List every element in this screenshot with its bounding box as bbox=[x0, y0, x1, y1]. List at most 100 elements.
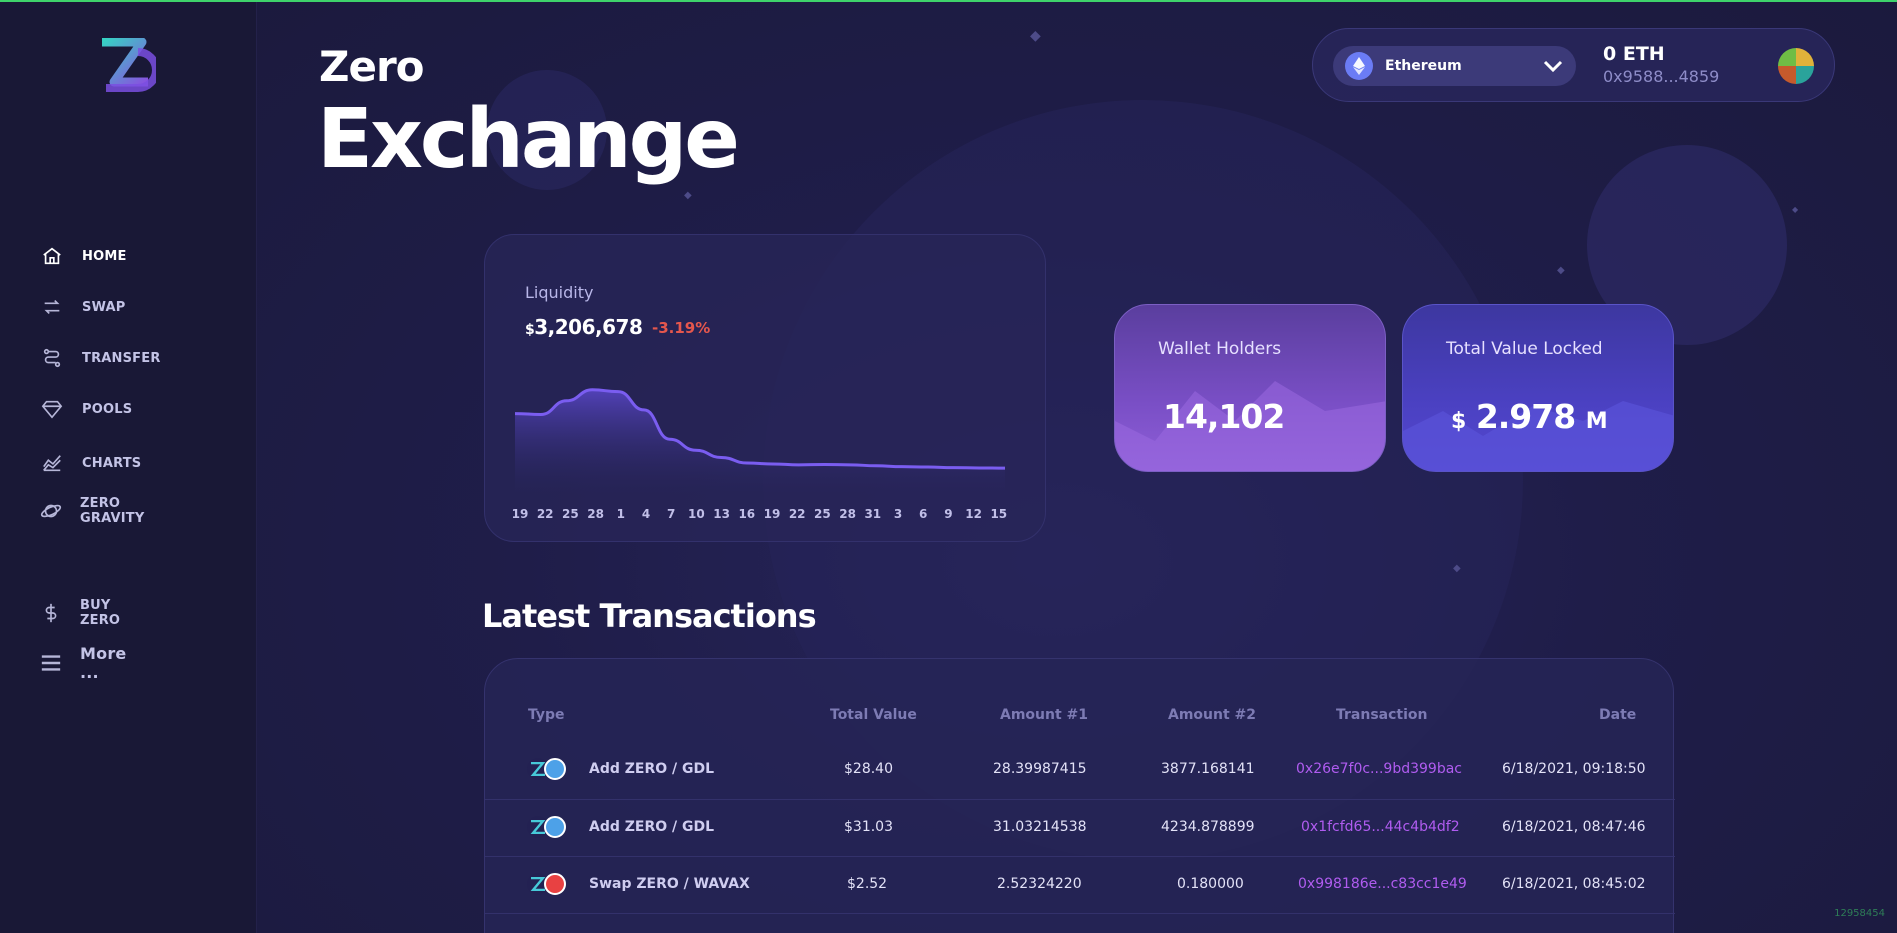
main-content: ◆ ◆ ◆ ◆ ◆ Zero Exchange Ethereum 0 ETH 0… bbox=[257, 0, 1897, 933]
sidebar-item-label: POOLS bbox=[82, 401, 133, 417]
sidebar-item-label: ZERO GRAVITY bbox=[80, 496, 145, 526]
table-row[interactable]: Add ZERO / GDL $31.03 31.03214538 4234.8… bbox=[485, 799, 1675, 856]
x-tick-label: 19 bbox=[763, 507, 781, 521]
wallet-bar: Ethereum 0 ETH 0x9588...4859 bbox=[1312, 28, 1835, 102]
x-tick-label: 28 bbox=[839, 507, 856, 521]
chevron-down-icon bbox=[1543, 60, 1563, 73]
total-value-locked-card: Total Value Locked $ 2.978 M bbox=[1402, 304, 1674, 472]
sidebar-item-buy-zero[interactable]: BUY ZERO bbox=[40, 598, 122, 628]
x-tick-label: 1 bbox=[616, 507, 625, 521]
x-tick-label: 25 bbox=[562, 507, 579, 521]
tx-total-value: $28.40 bbox=[844, 761, 893, 777]
transactions-table: Type Total Value Amount #1 Amount #2 Tra… bbox=[484, 658, 1675, 933]
sidebar-item-label: SWAP bbox=[82, 299, 126, 315]
ethereum-icon bbox=[1345, 52, 1373, 80]
wallet-holders-card: Wallet Holders 14,102 bbox=[1114, 304, 1386, 472]
sidebar-item-pools[interactable]: POOLS bbox=[40, 397, 132, 421]
tvl-amount: 2.978 bbox=[1475, 397, 1576, 436]
top-accent-line bbox=[0, 0, 1897, 2]
x-tick-label: 4 bbox=[641, 507, 651, 521]
column-header-transaction[interactable]: Transaction bbox=[1336, 707, 1428, 723]
diamond-icon bbox=[40, 397, 64, 421]
tx-amount-1: 2.52324220 bbox=[997, 876, 1082, 892]
table-row[interactable]: Add ZERO / GDL $28.40 28.39987415 3877.1… bbox=[485, 742, 1675, 799]
tx-amount-2: 3877.168141 bbox=[1161, 761, 1255, 777]
tx-type: Swap ZERO / WAVAX bbox=[589, 876, 750, 892]
planet-icon bbox=[40, 499, 62, 523]
column-header-amount-2[interactable]: Amount #2 bbox=[1168, 707, 1256, 723]
sidebar-item-label: HOME bbox=[82, 248, 127, 264]
star-icon: ◆ bbox=[1557, 265, 1565, 276]
zero-logo[interactable] bbox=[98, 38, 156, 94]
sidebar-item-charts[interactable]: CHARTS bbox=[40, 451, 141, 475]
avax-token-icon bbox=[544, 873, 566, 895]
liquidity-title: Liquidity bbox=[525, 283, 594, 302]
tvl-value: $ 2.978 M bbox=[1451, 397, 1608, 436]
avatar[interactable] bbox=[1778, 48, 1814, 84]
x-tick-label: 16 bbox=[738, 507, 756, 521]
wallet-holders-label: Wallet Holders bbox=[1158, 339, 1282, 359]
hero-title-small: Zero bbox=[319, 42, 425, 91]
tvl-label: Total Value Locked bbox=[1446, 339, 1603, 359]
sidebar-item-label: More ... bbox=[80, 644, 127, 682]
sidebar-item-more[interactable]: More ... bbox=[40, 644, 128, 682]
x-tick-label: 22 bbox=[536, 507, 554, 521]
tx-amount-1: 31.03214538 bbox=[993, 819, 1087, 835]
table-row[interactable]: Swap ZERO / WAVAX $2.52 2.52324220 0.180… bbox=[485, 856, 1675, 913]
sidebar-item-label: BUY ZERO bbox=[80, 598, 121, 628]
liquidity-chart[interactable] bbox=[515, 375, 1015, 495]
sidebar-item-transfer[interactable]: TRANSFER bbox=[40, 346, 161, 370]
column-header-total-value[interactable]: Total Value bbox=[830, 707, 917, 723]
sidebar-item-zero-gravity[interactable]: ZERO GRAVITY bbox=[40, 496, 146, 526]
transfer-icon bbox=[40, 346, 64, 370]
wallet-balance: 0 ETH bbox=[1603, 43, 1665, 65]
currency-symbol: $ bbox=[525, 322, 535, 338]
chart-icon bbox=[40, 451, 64, 475]
x-tick-label: 12 bbox=[965, 507, 982, 521]
chart-area bbox=[515, 389, 1005, 495]
swap-icon bbox=[40, 295, 64, 319]
x-tick-label: 15 bbox=[990, 507, 1008, 521]
gdl-token-icon bbox=[544, 816, 566, 838]
x-tick-label: 31 bbox=[864, 507, 882, 521]
x-tick-label: 9 bbox=[944, 507, 953, 521]
sidebar-item-label: TRANSFER bbox=[82, 350, 161, 366]
tvl-unit: M bbox=[1585, 409, 1608, 434]
x-tick-label: 22 bbox=[788, 507, 806, 521]
tx-hash-link[interactable]: 0x26e7f0c...9bd399bac bbox=[1296, 761, 1462, 777]
star-icon: ◆ bbox=[684, 190, 692, 201]
tx-hash-link[interactable]: 0x998186e...c83cc1e49 bbox=[1298, 876, 1467, 892]
tx-date: 6/18/2021, 08:47:46 bbox=[1502, 819, 1646, 835]
sidebar-item-swap[interactable]: SWAP bbox=[40, 295, 126, 319]
x-tick-label: 25 bbox=[814, 507, 831, 521]
section-title: Latest Transactions bbox=[482, 597, 817, 635]
column-header-date[interactable]: Date bbox=[1599, 707, 1636, 723]
gdl-token-icon bbox=[544, 758, 566, 780]
network-name: Ethereum bbox=[1385, 58, 1462, 74]
token-pair-icon bbox=[527, 871, 571, 897]
table-row[interactable] bbox=[485, 913, 1675, 933]
tx-total-value: $2.52 bbox=[847, 876, 888, 892]
x-tick-label: 7 bbox=[667, 507, 676, 521]
star-icon: ◆ bbox=[1792, 205, 1799, 214]
tx-amount-1: 28.39987415 bbox=[993, 761, 1087, 777]
tx-type: Add ZERO / GDL bbox=[589, 761, 715, 777]
sidebar: HOME SWAP TRANSFER POOLS CHARTS ZERO GRA… bbox=[0, 0, 257, 933]
wallet-address[interactable]: 0x9588...4859 bbox=[1603, 67, 1719, 86]
token-pair-icon bbox=[527, 814, 571, 840]
liquidity-card: Liquidity $3,206,678 -3.19% 19 22 25 28 1 4 7 1… bbox=[484, 234, 1046, 542]
home-icon bbox=[40, 244, 64, 268]
x-tick-label: 28 bbox=[587, 507, 604, 521]
liquidity-value: $3,206,678 bbox=[525, 315, 643, 339]
currency-symbol: $ bbox=[1451, 409, 1466, 434]
column-header-type[interactable]: Type bbox=[528, 707, 565, 723]
tx-total-value: $31.03 bbox=[844, 819, 893, 835]
sidebar-item-home[interactable]: HOME bbox=[40, 244, 127, 268]
tx-hash-link[interactable]: 0x1fcfd65...44c4b4df2 bbox=[1301, 819, 1460, 835]
sidebar-item-label: CHARTS bbox=[82, 455, 142, 471]
x-tick-label: 13 bbox=[713, 507, 730, 521]
tx-amount-2: 4234.878899 bbox=[1161, 819, 1255, 835]
column-header-amount-1[interactable]: Amount #1 bbox=[1000, 707, 1088, 723]
network-selector[interactable]: Ethereum bbox=[1333, 46, 1576, 86]
corner-label: 12958454 bbox=[1834, 908, 1885, 919]
